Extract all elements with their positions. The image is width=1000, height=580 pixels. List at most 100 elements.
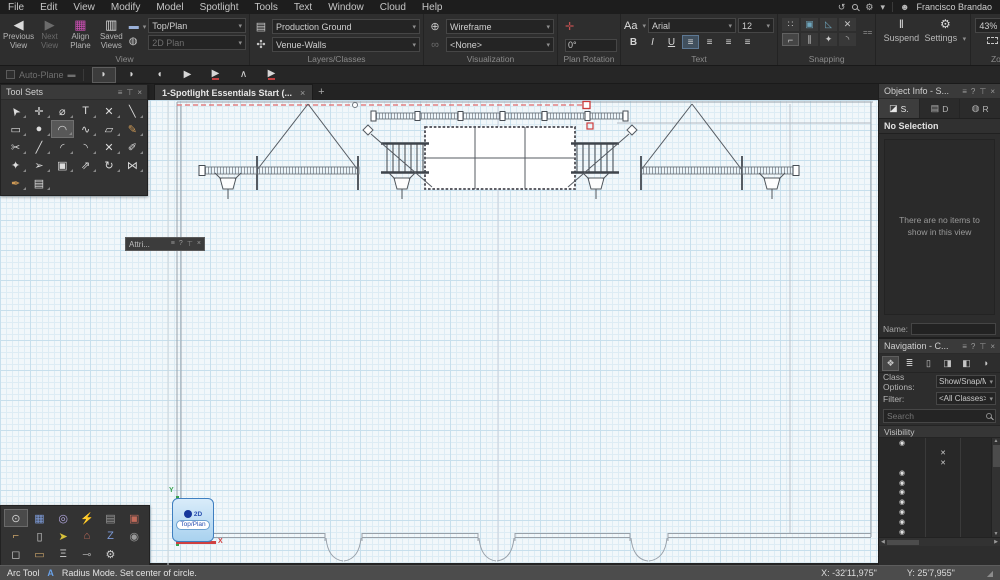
scroll-down-icon[interactable]: ▼ [994, 531, 999, 537]
panel-menu-icon[interactable]: ≡ [962, 87, 967, 96]
side-truss-right[interactable] [640, 165, 800, 176]
align-left-button[interactable]: ≡ [682, 35, 699, 49]
tool-oval[interactable]: ● [27, 120, 50, 138]
style-select[interactable]: <None> ▾ [446, 37, 554, 52]
previous-view-button[interactable]: ◀ Previous View [3, 17, 34, 51]
panel-menu-icon[interactable]: ≡ [962, 342, 967, 351]
object-info-tab-render[interactable]: ◍ R [960, 99, 1000, 118]
overhead-truss[interactable] [370, 110, 629, 122]
class-row[interactable]: ◉ [879, 467, 991, 478]
scrollbar-thumb[interactable] [992, 445, 1000, 467]
tool-connect[interactable]: ✕ [97, 138, 120, 156]
scroll-up-icon[interactable]: ▲ [994, 438, 999, 444]
snap-tangent-button[interactable]: ◝ [838, 33, 856, 46]
snap-grid-button[interactable]: ∷ [781, 18, 799, 31]
user-name[interactable]: Francisco Brandao [916, 2, 992, 12]
tool-pan[interactable]: ✛ [27, 102, 50, 120]
nav-tab-viewports[interactable]: ◨ [939, 356, 956, 371]
stage-stairs-right[interactable] [571, 142, 619, 174]
arc-mode-chord[interactable]: ∧ [232, 67, 256, 83]
class-row[interactable]: ◉ [879, 527, 991, 538]
tool-door[interactable]: ▯ [28, 527, 52, 545]
tool-clip[interactable]: ▣ [51, 156, 74, 174]
tool-hardware[interactable]: ⊸ [75, 545, 99, 563]
tool-rectangle[interactable]: ▭ [4, 120, 27, 138]
panel-pin-icon[interactable]: ⊤ [979, 342, 986, 351]
tool-eyedropper[interactable]: ✐ [121, 138, 144, 156]
gear-chevron-icon[interactable]: ▾ [880, 2, 885, 12]
wireframe-icon[interactable]: ⊕ [427, 20, 443, 33]
stage-deck[interactable] [424, 126, 576, 190]
scroll-left-icon[interactable]: ◀ [881, 539, 885, 545]
text-style-icon[interactable]: Aa [624, 20, 637, 32]
horizontal-scrollbar[interactable]: ◀ ▶ [879, 537, 1000, 546]
tool-lighting-instrument[interactable]: ◎ [51, 509, 75, 527]
palette-pin-icon[interactable]: ⊤ [126, 88, 133, 97]
align-plane-button[interactable]: ▦ Align Plane [65, 17, 96, 51]
panel-pin-icon[interactable]: ⊤ [979, 87, 986, 96]
tool-move-by-points[interactable]: ⇗ [74, 156, 97, 174]
tool-line[interactable]: ╲ [121, 102, 144, 120]
working-plane-icon[interactable]: ▬ ▾ [129, 19, 147, 34]
menu-modify[interactable]: Modify [103, 0, 148, 14]
menu-view[interactable]: View [65, 0, 103, 14]
menu-text[interactable]: Text [286, 0, 320, 14]
render-mode-select[interactable]: Wireframe ▾ [446, 19, 554, 34]
tool-polyline[interactable]: ✎ [121, 120, 144, 138]
class-row[interactable]: ◉ [879, 517, 991, 528]
navigation-header[interactable]: Navigation - C... ≡ ? ⊤ × [879, 339, 1000, 354]
nav-tab-design-layers[interactable]: ≣ [901, 356, 918, 371]
panel-close-icon[interactable]: × [990, 87, 995, 96]
view-mode-select[interactable]: Top/Plan ▾ [148, 18, 247, 33]
tool-lighting-device[interactable]: ⊙ [4, 509, 28, 527]
arc-mode-quarter[interactable]: ▶ [204, 67, 228, 83]
tool-trim[interactable]: ✂ [4, 138, 27, 156]
class-row[interactable]: ◉ [879, 477, 991, 488]
menu-spotlight[interactable]: Spotlight [192, 0, 247, 14]
arc-mode-tangent[interactable]: ◖ [148, 67, 172, 83]
stage-stairs-left[interactable] [381, 142, 429, 174]
menu-model[interactable]: Model [148, 0, 191, 14]
attributes-palette-collapsed[interactable]: Attri... ≡ ? ⊤ × [125, 237, 205, 251]
tool-power-planning[interactable]: ⚡ [75, 509, 99, 527]
snap-angle-button[interactable]: ◺ [819, 18, 837, 31]
tool-mirror[interactable]: ⋈ [121, 156, 144, 174]
tab-close-icon[interactable]: × [300, 88, 305, 98]
tool-arc[interactable]: ◠ [50, 120, 74, 138]
zoom-level-select[interactable]: 43%▾ [975, 18, 1000, 33]
menu-tools[interactable]: Tools [246, 0, 285, 14]
class-row[interactable]: ◉ [879, 487, 991, 498]
classes-icon[interactable]: ✣ [253, 38, 269, 51]
scroll-right-icon[interactable]: ▶ [994, 539, 998, 545]
truss-tower-left[interactable] [256, 103, 359, 190]
tool-house[interactable]: ⌂ [75, 527, 99, 545]
tool-camera[interactable]: ◉ [122, 527, 146, 545]
panel-close-icon[interactable]: × [990, 342, 995, 351]
tool-video-screen[interactable]: ▦ [28, 509, 52, 527]
tool-window[interactable]: ◻ [4, 545, 28, 563]
scrollbar-thumb[interactable] [886, 539, 919, 545]
underline-button[interactable]: U [663, 35, 680, 49]
sync-icon[interactable]: ↺ [838, 2, 846, 12]
visibility-column-header[interactable]: Visibility [879, 425, 1000, 438]
side-truss-left[interactable] [198, 165, 360, 176]
snap-intersection-button[interactable]: ✕ [838, 18, 856, 31]
italic-button[interactable]: I [644, 35, 661, 49]
panel-help-icon[interactable]: ? [971, 342, 975, 351]
tool-boom[interactable]: ⌐ [4, 527, 28, 545]
arc-mode-radius[interactable]: ◗ [91, 66, 116, 83]
tool-dimension[interactable]: ▭ [28, 545, 52, 563]
suspend-snapping-button[interactable]: ‖ Suspend [879, 17, 923, 53]
new-tab-button[interactable]: + [313, 84, 329, 100]
auto-plane-checkbox[interactable] [6, 70, 15, 79]
object-info-tab-shape[interactable]: ◪ S. [879, 99, 920, 118]
snap-equal-icon[interactable]: == [863, 28, 872, 37]
object-info-header[interactable]: Object Info - S... ≡ ? ⊤ × [879, 84, 1000, 99]
font-size-select[interactable]: 12 ▾ [737, 18, 774, 33]
tool-gears[interactable]: ⚙ [99, 545, 123, 563]
nav-tab-classes[interactable]: ❖ [882, 355, 899, 371]
align-center-button[interactable]: ≡ [701, 35, 718, 49]
snap-smart-point-button[interactable]: ⌐ [781, 33, 799, 46]
class-row[interactable]: ✕ [879, 457, 991, 468]
object-name-input[interactable] [911, 322, 996, 335]
